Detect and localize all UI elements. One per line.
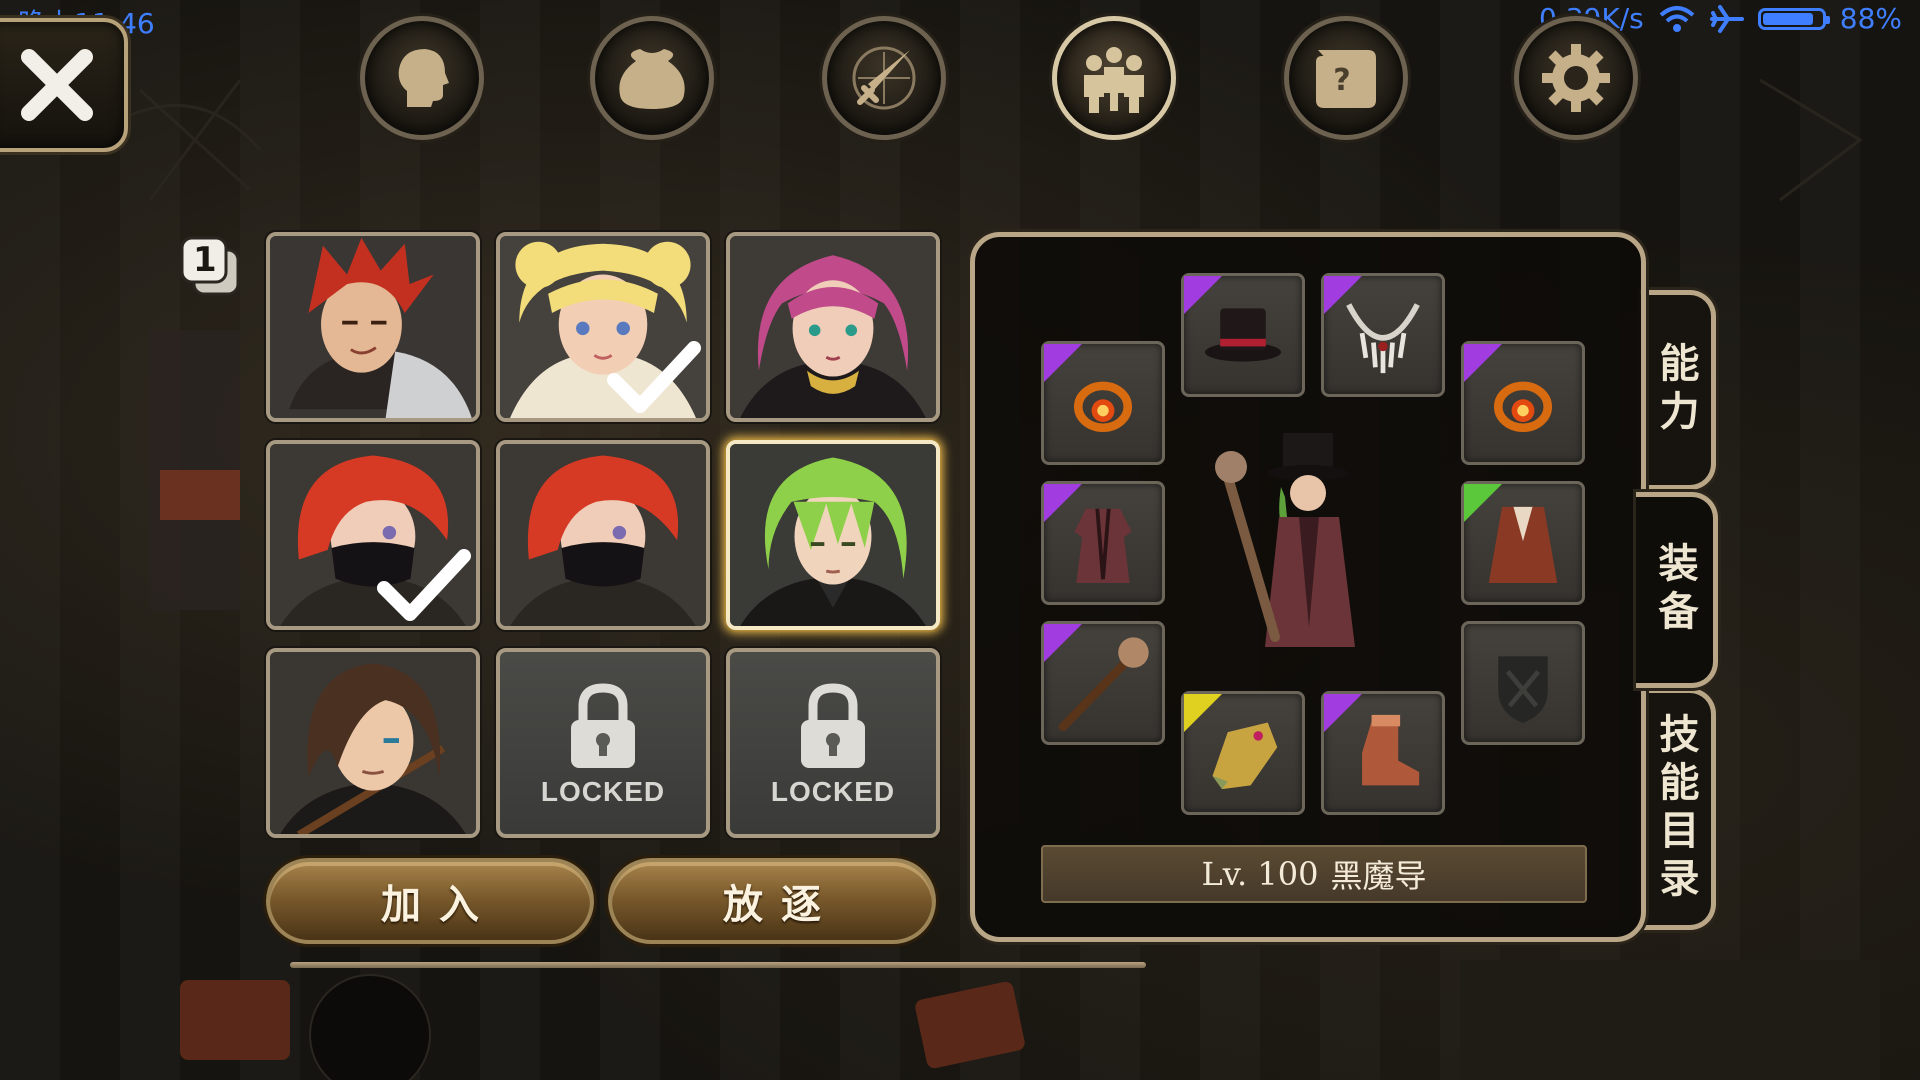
padlock-icon xyxy=(801,683,865,768)
nav-inventory-button[interactable] xyxy=(590,16,714,140)
equip-slot-cloak[interactable] xyxy=(1461,481,1585,605)
rarity-marker-green xyxy=(1464,484,1502,522)
equip-slot-hat[interactable] xyxy=(1181,273,1305,397)
crossed-swords-icon xyxy=(852,46,916,110)
party-grid: LOCKED LOCKED xyxy=(266,232,942,840)
party-members-icon xyxy=(1084,47,1144,113)
rarity-marker-purple xyxy=(1184,276,1222,314)
nav-settings-button[interactable] xyxy=(1514,16,1638,140)
locked-label: LOCKED xyxy=(540,776,666,807)
svg-text:?: ? xyxy=(1333,63,1350,98)
close-button[interactable] xyxy=(0,18,128,152)
airplane-icon xyxy=(1709,4,1744,33)
party-slot-1[interactable] xyxy=(266,232,480,422)
battery-fill xyxy=(1762,12,1814,25)
rarity-marker-purple xyxy=(1324,694,1362,732)
rarity-marker-purple xyxy=(1044,484,1082,522)
party-slot-locked-1: LOCKED xyxy=(496,648,710,838)
equip-slot-offhand[interactable] xyxy=(1461,621,1585,745)
close-icon xyxy=(21,49,93,121)
rarity-marker-purple xyxy=(1464,344,1502,382)
equipment-panel: Lv. 100 黑魔导 xyxy=(970,232,1646,942)
equip-slot-boots[interactable] xyxy=(1321,691,1445,815)
equip-slot-ring-right[interactable] xyxy=(1461,341,1585,465)
portrait-red-hair-masked-ninja xyxy=(500,444,706,626)
shield-slot-empty-icon xyxy=(1498,656,1548,723)
party-page-badge[interactable]: 1 xyxy=(180,236,242,298)
equip-slot-gloves[interactable] xyxy=(1181,691,1305,815)
portrait-red-spiky-hair-warrior xyxy=(270,236,476,418)
equip-slot-necklace[interactable] xyxy=(1321,273,1445,397)
nav-quest-button[interactable]: ? xyxy=(1284,16,1408,140)
level-class-bar: Lv. 100 黑魔导 xyxy=(1041,845,1587,903)
portrait-brown-hair-swordsman xyxy=(270,652,476,834)
expel-button[interactable]: 放逐 xyxy=(608,858,936,944)
party-slot-7[interactable] xyxy=(266,648,480,838)
party-slot-6[interactable] xyxy=(726,440,940,630)
rarity-marker-purple xyxy=(1044,624,1082,662)
tab-equipment[interactable]: 装备 xyxy=(1636,492,1718,688)
lock-wrap: LOCKED xyxy=(730,682,936,808)
locked-label: LOCKED xyxy=(770,776,896,807)
battery-percent: 88% xyxy=(1839,2,1902,35)
checkmark-icon xyxy=(607,341,701,413)
equip-slot-weapon[interactable] xyxy=(1041,621,1165,745)
battery-icon xyxy=(1757,7,1830,30)
rarity-marker-yellow xyxy=(1184,694,1222,732)
bag-icon xyxy=(619,49,685,109)
party-slot-4[interactable] xyxy=(266,440,480,630)
lock-wrap: LOCKED xyxy=(500,682,706,808)
character-sprite xyxy=(1215,433,1355,647)
party-slot-5[interactable] xyxy=(496,440,710,630)
equip-slot-ring-left[interactable] xyxy=(1041,341,1165,465)
rarity-marker-purple xyxy=(1324,276,1362,314)
character-level: Lv. 100 xyxy=(1201,855,1319,893)
join-button[interactable]: 加入 xyxy=(266,858,594,944)
party-page-number: 1 xyxy=(193,240,217,280)
character-class: 黑魔导 xyxy=(1330,857,1427,895)
equip-slot-robe[interactable] xyxy=(1041,481,1165,605)
checkmark-icon xyxy=(377,549,471,621)
head-profile-icon xyxy=(398,49,449,107)
rarity-marker-purple xyxy=(1044,344,1082,382)
quest-scroll-icon: ? xyxy=(1316,50,1376,108)
party-slot-locked-2: LOCKED xyxy=(726,648,940,838)
tab-skills[interactable]: 技能目录 xyxy=(1640,688,1716,930)
party-slot-2[interactable] xyxy=(496,232,710,422)
nav-party-button[interactable] xyxy=(1052,16,1176,140)
tab-ability-label: 能力 xyxy=(1652,342,1699,438)
tab-skills-label: 技能目录 xyxy=(1652,713,1699,905)
tab-equipment-label: 装备 xyxy=(1651,542,1698,638)
portrait-pink-hair-mage xyxy=(730,236,936,418)
portrait-green-hair-man xyxy=(730,444,936,626)
divider-line xyxy=(290,962,1146,968)
padlock-icon xyxy=(571,683,635,768)
top-nav: ? xyxy=(360,10,1680,150)
nav-profile-button[interactable] xyxy=(360,16,484,140)
party-slot-3[interactable] xyxy=(726,232,940,422)
nav-battle-button[interactable] xyxy=(822,16,946,140)
tab-ability[interactable]: 能力 xyxy=(1640,290,1716,490)
settings-gear-icon xyxy=(1542,44,1610,112)
